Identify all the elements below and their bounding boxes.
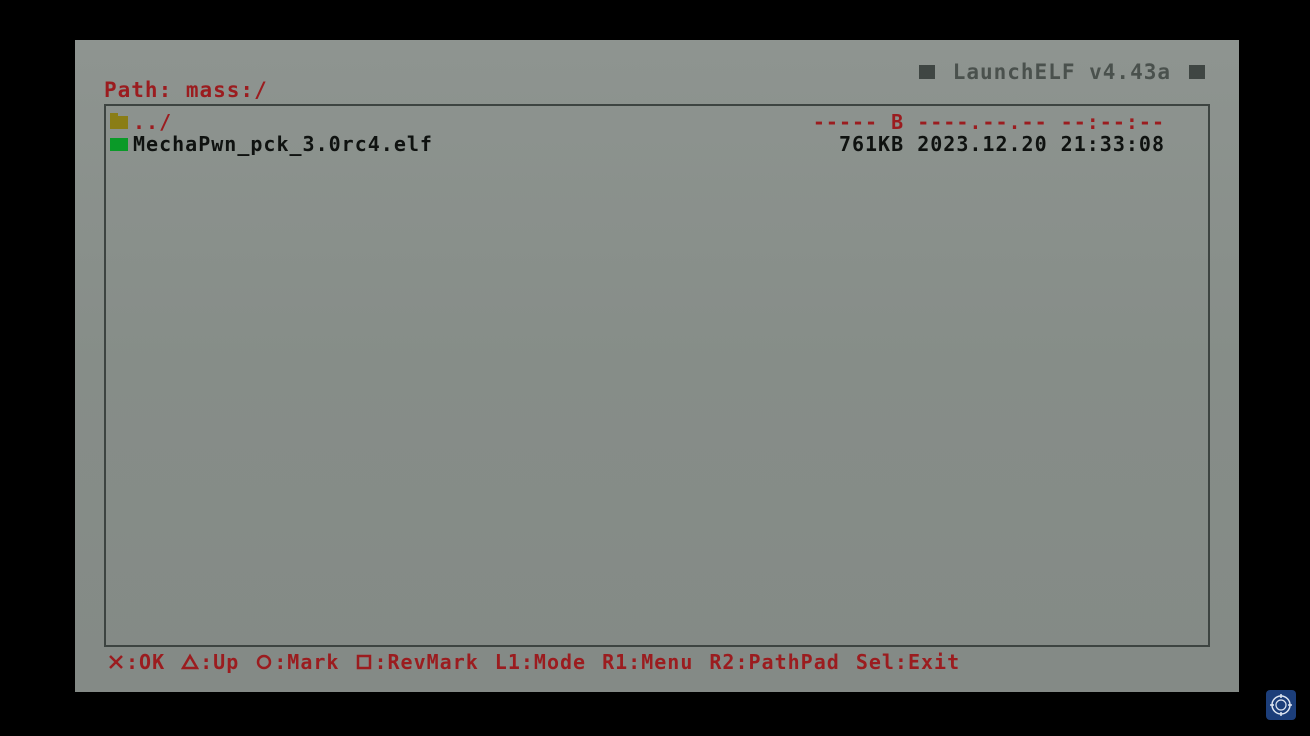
file-row-elf[interactable]: MechaPwn_pck_3.0rc4.elf 761KB 2023.12.20… <box>106 133 1208 155</box>
folder-icon <box>110 113 128 129</box>
control-revmark: :RevMark <box>355 650 478 674</box>
file-name: ../ <box>133 110 173 134</box>
control-label: L1:Mode <box>494 650 587 674</box>
title-left-square-icon <box>918 65 935 79</box>
control-up: :Up <box>181 650 239 674</box>
file-date: ----.--.-- <box>917 110 1048 134</box>
control-mark: :Mark <box>255 650 339 674</box>
file-size: ----- B <box>812 110 905 134</box>
control-exit: Sel:Exit <box>856 650 960 674</box>
control-label: :OK <box>126 650 166 674</box>
launchelf-screen: LaunchELF v4.43a Path: mass:/ ../ ----- … <box>75 40 1239 692</box>
control-label: :Mark <box>274 650 340 674</box>
triangle-icon <box>181 653 200 670</box>
control-mode: L1:Mode <box>495 650 586 674</box>
app-title: LaunchELF v4.43a <box>918 60 1205 84</box>
file-name: MechaPwn_pck_3.0rc4.elf <box>133 132 433 156</box>
control-label: :RevMark <box>374 650 479 674</box>
file-date: 2023.12.20 <box>917 132 1048 156</box>
channel-logo-icon <box>1266 690 1296 720</box>
elf-file-icon <box>110 138 128 151</box>
control-menu: R1:Menu <box>602 650 693 674</box>
file-list-panel: ../ ----- B ----.--.-- --:--:-- MechaPwn… <box>104 104 1210 647</box>
cross-icon <box>109 655 123 669</box>
control-label: R2:PathPad <box>709 650 840 674</box>
file-time: --:--:-- <box>1060 110 1165 134</box>
square-icon <box>357 654 372 670</box>
current-path: Path: mass:/ <box>104 78 268 102</box>
file-size: 761KB <box>838 132 905 156</box>
control-label: :Up <box>200 650 240 674</box>
control-ok: :OK <box>107 650 165 674</box>
circle-icon <box>257 654 272 670</box>
gear-emblem-icon <box>1270 694 1292 716</box>
control-pathpad: R2:PathPad <box>709 650 839 674</box>
file-meta: ----- B ----.--.-- --:--:-- <box>813 111 1165 133</box>
title-right-square-icon <box>1189 65 1205 79</box>
file-time: 21:33:08 <box>1060 132 1165 156</box>
app-title-text: LaunchELF v4.43a <box>952 60 1171 84</box>
control-label: R1:Menu <box>602 650 694 674</box>
file-row-parent-dir[interactable]: ../ ----- B ----.--.-- --:--:-- <box>106 111 1208 133</box>
controls-hint-bar: :OK :Up :Mark :RevMark L1:Mode R1:Menu R… <box>107 650 960 674</box>
file-meta: 761KB 2023.12.20 21:33:08 <box>839 133 1165 155</box>
control-label: Sel:Exit <box>855 650 961 674</box>
